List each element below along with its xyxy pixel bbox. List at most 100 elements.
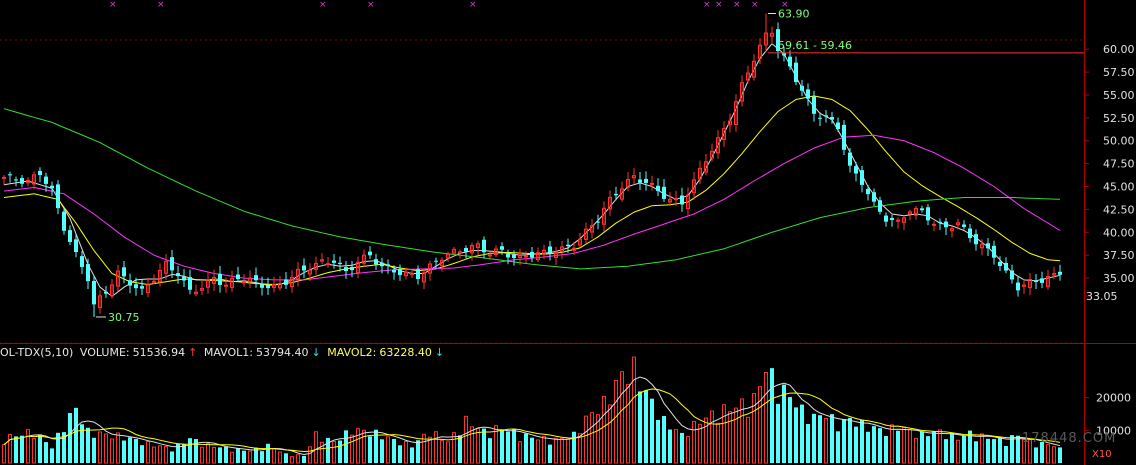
volume-bar [38, 434, 42, 463]
volume-bar [164, 446, 168, 464]
low-price-label: 30.75 [108, 311, 140, 324]
volume-bar [428, 436, 432, 464]
volume-bar [722, 404, 726, 464]
volume-bar [920, 431, 924, 463]
candle-body [650, 182, 654, 185]
volume-bar [218, 447, 222, 463]
volume-bar [854, 426, 858, 463]
price-tick-label: 57.50 [1103, 66, 1135, 79]
volume-bar [884, 435, 888, 463]
candle-body [818, 117, 822, 119]
signal-mark: × [469, 0, 477, 10]
mavol1-value: 53794.40 [256, 346, 309, 359]
volume-bar [686, 436, 690, 464]
candle-body [848, 152, 852, 166]
volume-bar [776, 403, 780, 463]
candle-body [122, 267, 126, 277]
mavol2-value: 63228.40 [379, 346, 432, 359]
candle-body [524, 255, 528, 258]
volume-indicator-title: OL-TDX(5,10) [0, 346, 74, 359]
volume-bar [188, 438, 192, 463]
candle-body [860, 170, 864, 185]
volume-bar [590, 412, 594, 464]
last-price-label: 33.05 [1086, 290, 1118, 303]
volume-bar [878, 428, 882, 463]
volume-bar [488, 438, 492, 463]
candle-body [932, 223, 936, 226]
candle-body [56, 184, 60, 209]
volume-bar [668, 429, 672, 463]
volume-bar [794, 407, 798, 463]
volume-bar [716, 422, 720, 464]
candle-body [1034, 280, 1038, 283]
volume-bar [482, 428, 486, 463]
volume-bar [122, 440, 126, 463]
candle-body [824, 115, 828, 117]
candle-body [260, 284, 264, 288]
volume-bar [284, 453, 288, 463]
candle-body [512, 254, 516, 258]
candle-body [134, 284, 138, 289]
volume-bar [656, 420, 660, 463]
candle-body [788, 56, 792, 67]
candle-body [266, 285, 270, 289]
signal-mark: × [319, 0, 327, 10]
candle-body [1040, 278, 1044, 283]
candle-body [104, 291, 108, 294]
candle-body [530, 251, 534, 258]
volume-bar [14, 436, 18, 463]
volume-bar [74, 407, 78, 463]
volume-bar [908, 428, 912, 464]
volume-bar [728, 411, 732, 464]
high-price-label: 63.90 [778, 7, 810, 20]
candle-body [224, 284, 228, 287]
signal-mark: × [367, 0, 375, 10]
volume-bar [644, 390, 648, 463]
volume-bar [1004, 446, 1008, 463]
volume-bar [476, 427, 480, 464]
candle-body [680, 195, 684, 205]
candle-body [188, 277, 192, 290]
candle-body [614, 193, 618, 196]
volume-bar [902, 427, 906, 464]
candle-body [878, 200, 882, 212]
candle-body [1004, 262, 1008, 271]
volume-bar [788, 397, 792, 463]
volume-bar [26, 429, 30, 464]
volume-bar [470, 426, 474, 464]
volume-bar [224, 446, 228, 463]
candle-body [1016, 282, 1020, 291]
volume-bar [326, 437, 330, 463]
volume-bar [1058, 447, 1062, 463]
candle-body [38, 170, 42, 176]
signal-mark: × [109, 0, 117, 10]
signal-mark: × [715, 0, 723, 10]
volume-bar [710, 410, 714, 464]
candle-body [80, 256, 84, 267]
candle-body [656, 185, 660, 191]
candle-body [1058, 271, 1062, 275]
volume-bar [308, 446, 312, 464]
candle-body [890, 218, 894, 220]
volume-value: 51536.94 [132, 346, 186, 359]
volume-bar [20, 435, 24, 463]
volume-unit-label: X10 [1092, 449, 1112, 460]
volume-bar [524, 433, 528, 463]
volume-bar [110, 438, 114, 464]
volume-bar [458, 435, 462, 463]
volume-bar [956, 439, 960, 464]
candle-body [182, 276, 186, 281]
volume-bar [248, 450, 252, 464]
candle-body [638, 179, 642, 183]
volume-bar [2, 444, 6, 464]
volume-bar [980, 433, 984, 464]
volume-bar [128, 437, 132, 463]
candle-body [782, 53, 786, 56]
volume-bar [566, 438, 570, 464]
candle-body [800, 85, 804, 91]
candle-body [140, 286, 144, 289]
volume-bar [404, 440, 408, 464]
candle-body [44, 176, 48, 184]
volume-bar [380, 439, 384, 463]
candle-body [896, 219, 900, 222]
